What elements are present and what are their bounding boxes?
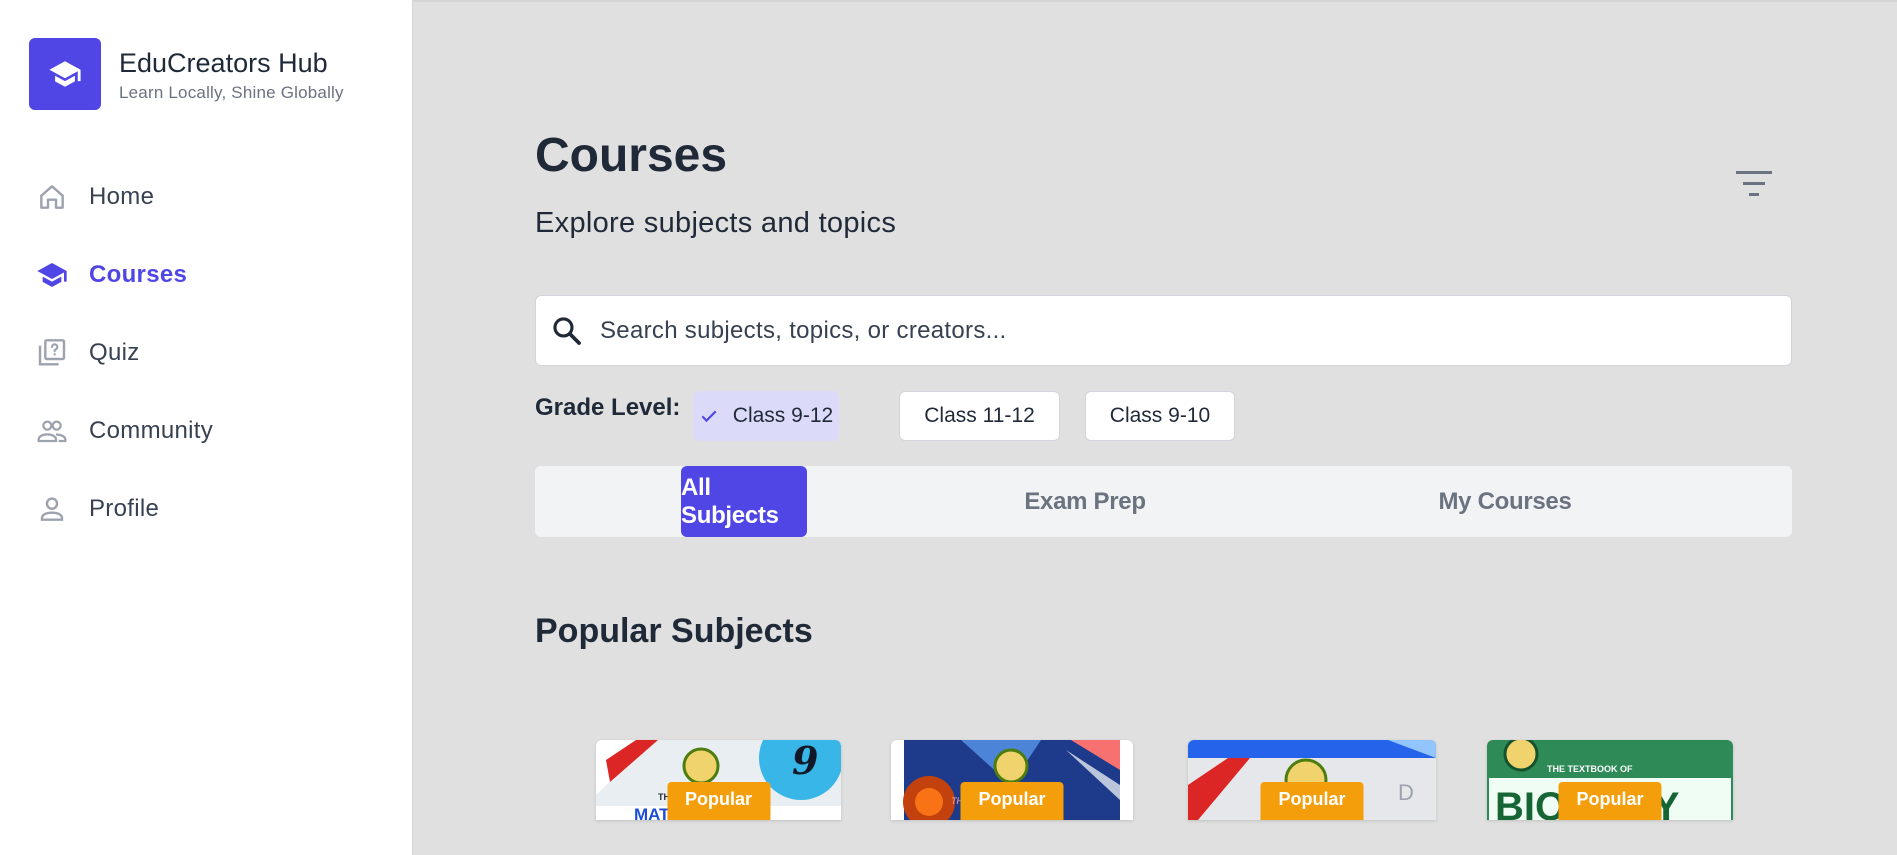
brand[interactable]: EduCreators Hub Learn Locally, Shine Glo… bbox=[29, 38, 344, 110]
sidebar-item-label: Home bbox=[89, 183, 155, 210]
sidebar-item-quiz[interactable]: Quiz bbox=[0, 314, 413, 392]
brand-logo bbox=[29, 38, 101, 110]
popular-badge: Popular bbox=[666, 782, 771, 820]
tab-my-courses[interactable]: My Courses bbox=[1405, 466, 1605, 537]
sidebar-item-label: Quiz bbox=[89, 339, 140, 366]
search-icon bbox=[549, 313, 585, 349]
sidebar: EduCreators Hub Learn Locally, Shine Glo… bbox=[0, 0, 413, 855]
chip-label: Class 9-12 bbox=[732, 404, 834, 427]
quiz-icon bbox=[36, 337, 68, 369]
grade-number: 9 bbox=[792, 740, 818, 783]
grade-chip-class-9-10[interactable]: Class 9-10 bbox=[1085, 391, 1235, 441]
filter-button[interactable] bbox=[1732, 164, 1776, 204]
subject-card-mathematics[interactable]: 9 THE TEX MATHE Popular bbox=[596, 740, 841, 820]
page-subtitle: Explore subjects and topics bbox=[535, 207, 897, 239]
subject-card-physics[interactable]: THE T PH Popular bbox=[891, 740, 1133, 820]
people-icon bbox=[36, 415, 68, 447]
graduation-cap-icon bbox=[36, 259, 68, 291]
person-icon bbox=[36, 493, 68, 525]
brand-title: EduCreators Hub bbox=[119, 47, 328, 78]
chip-label: Class 9-10 bbox=[1109, 404, 1211, 427]
chip-label: Class 11-12 bbox=[924, 404, 1035, 427]
sidebar-item-community[interactable]: Community bbox=[0, 392, 413, 470]
filter-icon bbox=[1736, 171, 1772, 196]
section-title: Popular Subjects bbox=[535, 612, 813, 650]
sidebar-item-courses[interactable]: Courses bbox=[0, 236, 413, 314]
main-content: Courses Explore subjects and topics Grad… bbox=[414, 0, 1897, 855]
cover-banner: THE TEXTBOOK OF bbox=[1547, 764, 1633, 774]
check-icon bbox=[699, 406, 719, 426]
grade-chip-class-11-12[interactable]: Class 11-12 bbox=[899, 391, 1060, 441]
tab-all-subjects[interactable]: All Subjects bbox=[681, 466, 807, 537]
brand-tagline: Learn Locally, Shine Globally bbox=[119, 82, 344, 102]
sidebar-item-label: Courses bbox=[89, 261, 188, 288]
popular-badge: Popular bbox=[1260, 782, 1364, 820]
home-icon bbox=[36, 181, 68, 213]
sidebar-item-profile[interactable]: Profile bbox=[0, 470, 413, 548]
subject-tabs: All Subjects Exam Prep My Courses bbox=[535, 466, 1792, 537]
subject-card-chemistry[interactable]: D Popular bbox=[1188, 740, 1436, 820]
graduation-cap-icon bbox=[49, 61, 81, 87]
subject-card-biology[interactable]: THE TEXTBOOK OF BIOLOGY Popular bbox=[1487, 740, 1733, 820]
sidebar-item-label: Community bbox=[89, 417, 214, 444]
popular-badge: Popular bbox=[960, 782, 1064, 820]
grade-level-label: Grade Level: bbox=[535, 394, 681, 421]
popular-badge: Popular bbox=[1558, 782, 1662, 820]
sidebar-nav: Home Courses Quiz Community Profile bbox=[0, 158, 413, 548]
search-input[interactable] bbox=[600, 316, 1700, 345]
tab-exam-prep[interactable]: Exam Prep bbox=[985, 466, 1185, 537]
svg-text:D: D bbox=[1398, 780, 1414, 805]
sidebar-item-label: Profile bbox=[89, 495, 160, 522]
search-bar[interactable] bbox=[535, 295, 1792, 366]
page-title: Courses bbox=[535, 129, 728, 182]
sidebar-item-home[interactable]: Home bbox=[0, 158, 413, 236]
grade-chip-class-9-12[interactable]: Class 9-12 bbox=[693, 391, 839, 441]
